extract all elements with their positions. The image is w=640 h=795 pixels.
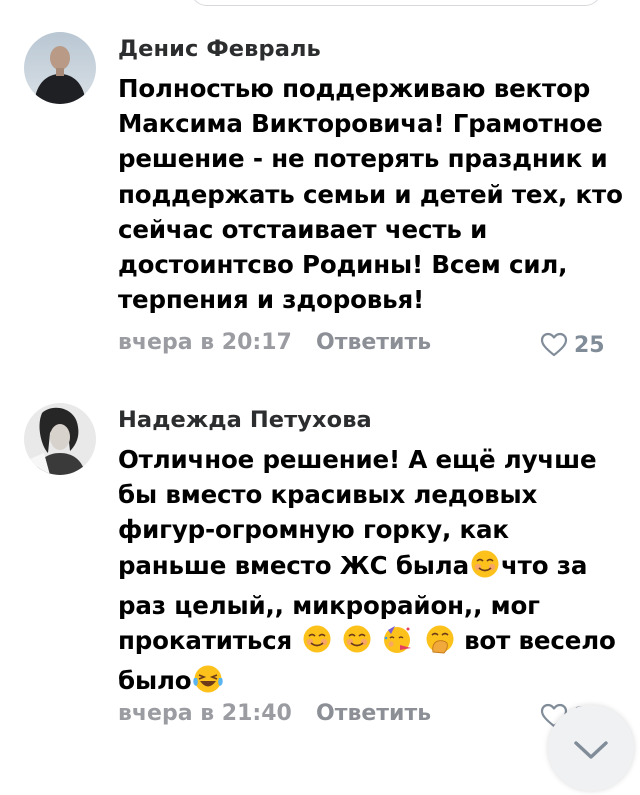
avatar[interactable] bbox=[24, 32, 96, 104]
comment-text-fragment: что за bbox=[500, 550, 588, 580]
chevron-down-icon bbox=[574, 741, 608, 759]
smiling-face-icon bbox=[302, 624, 332, 663]
comment-text: Полностью поддерживаю вектор Максима Вик… bbox=[118, 71, 623, 317]
comment-text-fragment: вот весело bbox=[464, 626, 616, 656]
comment-text-line: решение - не потерять праздник и bbox=[118, 144, 608, 174]
comment-text-line: раз целый,, микрорайон,, мог bbox=[118, 590, 540, 620]
comment-text-line: фигур-огромную горку, как bbox=[118, 515, 509, 545]
comment-meta: вчера в 20:17 Ответить 25 bbox=[118, 330, 618, 360]
comment-time: вчера в 20:17 bbox=[118, 330, 292, 355]
comment-text-line: Максима Викторовича! Грамотное bbox=[118, 109, 603, 139]
comment-time: вчера в 21:40 bbox=[118, 701, 292, 726]
comment-meta: вчера в 21:40 Ответить 24 bbox=[118, 701, 618, 731]
comment-text-line: раньше вместо ЖС была что за bbox=[118, 548, 623, 588]
comment-text-fragment: раньше вместо ЖС была bbox=[118, 550, 469, 580]
comment-text-line: Полностью поддерживаю вектор bbox=[118, 74, 591, 103]
smiling-face-icon bbox=[470, 549, 500, 588]
heart-outline-icon bbox=[540, 332, 568, 357]
comment-text: Отличное решение! А ещё лучше бы вместо … bbox=[118, 442, 623, 703]
comment-text-line: сейчас отстаивает честь и bbox=[118, 214, 488, 244]
comment-text-line: достоинтсво Родины! Всем сил, bbox=[118, 250, 568, 280]
avatar[interactable] bbox=[24, 403, 96, 475]
comment-author[interactable]: Денис Февраль bbox=[118, 36, 321, 62]
like-count: 25 bbox=[574, 332, 605, 358]
scroll-down-button[interactable] bbox=[548, 705, 634, 791]
comment-text-line: Отличное решение! А ещё лучше bbox=[118, 445, 597, 474]
comment-text-line: было bbox=[118, 663, 623, 703]
like-button[interactable]: 25 bbox=[540, 330, 605, 360]
comment-author[interactable]: Надежда Петухова bbox=[118, 407, 372, 433]
reply-button[interactable]: Ответить bbox=[316, 330, 431, 355]
comment-text-line: поддержать семьи и детей тех, кто bbox=[118, 179, 623, 209]
partying-face-icon bbox=[382, 624, 414, 663]
smiling-face-icon bbox=[342, 624, 372, 663]
comment-text-line: терпения и здоровья! bbox=[118, 285, 425, 315]
comment-text-line: бы вместо красивых ледовых bbox=[118, 480, 538, 510]
face-with-hand-over-mouth-icon bbox=[425, 624, 455, 663]
comment-input-pill[interactable] bbox=[190, 0, 602, 6]
reply-button[interactable]: Ответить bbox=[316, 701, 431, 726]
tears-of-joy-icon bbox=[192, 664, 224, 703]
comment-text-line: прокатиться вот весело bbox=[118, 623, 623, 663]
comment-text-fragment: было bbox=[118, 666, 192, 696]
comment-text-fragment: прокатиться bbox=[118, 626, 293, 656]
